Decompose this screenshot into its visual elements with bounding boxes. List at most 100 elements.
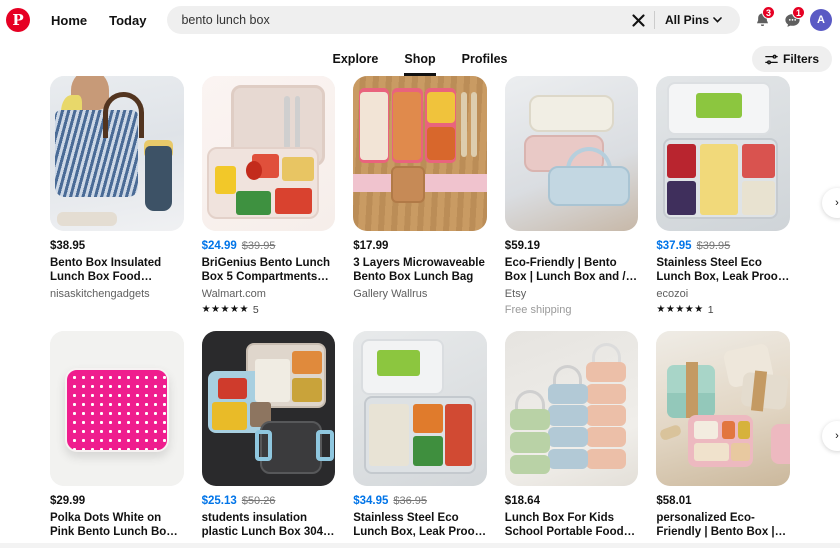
avatar[interactable]: A	[810, 9, 832, 31]
product-title[interactable]: Stainless Steel Eco Lunch Box, Leak Proo…	[656, 257, 790, 284]
tab-bar: Explore Shop Profiles Filters	[0, 40, 840, 76]
product-price-row: $34.95 $36.95	[353, 494, 487, 509]
product-original-price: $39.95	[696, 240, 731, 252]
product-image[interactable]	[353, 76, 487, 231]
product-price-row: $38.95	[50, 239, 184, 254]
product-price: $37.95	[656, 240, 692, 252]
nav-item-today[interactable]: Today	[98, 6, 157, 35]
product-price-row: $24.99 $39.95	[202, 239, 336, 254]
product-price: $24.99	[201, 240, 237, 252]
product-meta: $25.13 $50.26 students insulation plastic …	[202, 486, 336, 548]
messages-badge: 1	[791, 6, 805, 19]
product-card[interactable]: $17.99 3 Layers Microwaveable Bento Box L…	[353, 76, 487, 317]
product-meta: $59.19 Eco-Friendly | Bento Box | Lunch B…	[505, 231, 639, 317]
product-image[interactable]	[656, 76, 790, 231]
product-meta: $24.99 $39.95 BriGenius Bento Lunch Box 5 …	[202, 231, 336, 317]
product-image[interactable]	[201, 76, 336, 231]
product-title[interactable]: 3 Layers Microwaveable Bento Box Lunch B…	[353, 257, 487, 284]
product-title[interactable]: Polka Dots White on Pink Bento Lunch Box…	[50, 512, 184, 539]
product-meta: $29.99 Polka Dots White on Pink Bento Lun…	[50, 486, 184, 548]
bottom-scrollbar[interactable]	[0, 543, 840, 548]
results-area: $38.95 Bento Box Insulated Lunch Box Food…	[0, 76, 840, 548]
tab-shop[interactable]: Shop	[404, 52, 436, 76]
tab-list: Explore Shop Profiles	[333, 40, 508, 76]
product-meta: $17.99 3 Layers Microwaveable Bento Box L…	[353, 231, 487, 301]
product-image[interactable]	[50, 76, 184, 231]
search-bar[interactable]: bento lunch box All Pins	[167, 6, 740, 34]
product-price: $38.95	[50, 240, 86, 252]
product-shipping: Free shipping	[504, 304, 572, 316]
product-card[interactable]: $24.99 $39.95 BriGenius Bento Lunch Box 5 …	[201, 76, 336, 317]
product-price: $58.01	[656, 495, 692, 507]
product-original-price: $36.95	[393, 495, 428, 507]
product-image[interactable]	[504, 331, 639, 486]
product-rating-count: 5	[252, 304, 259, 316]
scroll-right-row1-button[interactable]: ›	[822, 188, 840, 218]
clear-search-icon[interactable]	[626, 7, 652, 33]
filters-label: Filters	[782, 52, 819, 66]
search-divider	[653, 11, 655, 29]
product-card[interactable]: $38.95 Bento Box Insulated Lunch Box Food…	[50, 76, 184, 317]
product-image[interactable]	[504, 76, 639, 231]
product-title[interactable]: Bento Box Insulated Lunch Box Food Conta…	[50, 257, 184, 284]
all-pins-label: All Pins	[664, 13, 709, 27]
product-price: $29.99	[50, 495, 86, 507]
product-price: $59.19	[504, 240, 540, 252]
product-card[interactable]: $18.64 Lunch Box For Kids School Portable…	[504, 331, 639, 548]
product-price: $17.99	[353, 240, 389, 252]
star-icon: ★★★★★	[201, 304, 249, 315]
product-card[interactable]: $58.01 personalized Eco-Friendly | Bento …	[656, 331, 790, 548]
product-title[interactable]: students insulation plastic Lunch Box 30…	[202, 512, 336, 539]
product-image[interactable]	[201, 331, 336, 486]
chevron-down-icon	[713, 17, 722, 23]
product-image[interactable]	[50, 331, 184, 486]
product-card[interactable]: $59.19 Eco-Friendly | Bento Box | Lunch B…	[504, 76, 639, 317]
top-header: P Home Today bento lunch box All Pins 3 …	[0, 0, 840, 40]
notifications-button[interactable]: 3	[748, 6, 776, 34]
product-merchant[interactable]: ecozoi	[656, 287, 790, 301]
notifications-badge: 3	[761, 6, 775, 19]
product-original-price: $39.95	[241, 240, 276, 252]
product-rating: ★★★★★ 1	[656, 303, 790, 317]
scroll-right-row2-button[interactable]: ›	[822, 421, 840, 451]
product-price: $34.95	[353, 495, 389, 507]
product-meta: $34.95 $36.95 Stainless Steel Eco Lunch Bo…	[353, 486, 487, 548]
all-pins-dropdown[interactable]: All Pins	[657, 13, 730, 27]
product-image[interactable]	[656, 331, 790, 486]
product-original-price: $50.26	[241, 495, 276, 507]
product-card[interactable]: $25.13 $50.26 students insulation plastic …	[201, 331, 336, 548]
product-price-row: $58.01	[656, 494, 790, 509]
product-card[interactable]: $29.99 Polka Dots White on Pink Bento Lun…	[50, 331, 184, 548]
tab-explore[interactable]: Explore	[333, 52, 379, 76]
product-merchant[interactable]: nisaskitchengadgets	[50, 287, 184, 301]
product-meta: $38.95 Bento Box Insulated Lunch Box Food…	[50, 231, 184, 301]
messages-button[interactable]: 1	[778, 6, 806, 34]
sliders-icon	[765, 54, 778, 64]
product-price: $25.13	[201, 495, 237, 507]
product-price-row: $29.99	[50, 494, 184, 509]
nav-item-home[interactable]: Home	[40, 6, 98, 35]
product-image[interactable]	[353, 331, 487, 486]
product-price-row: $37.95 $39.95	[656, 239, 790, 254]
tab-profiles[interactable]: Profiles	[462, 52, 508, 76]
product-price-row: $18.64	[505, 494, 639, 509]
search-input[interactable]: bento lunch box	[181, 13, 626, 27]
pinterest-logo[interactable]: P	[6, 8, 30, 32]
product-title[interactable]: BriGenius Bento Lunch Box 5 Compartments…	[202, 257, 336, 284]
product-title[interactable]: Stainless Steel Eco Lunch Box, Leak Proo…	[353, 512, 487, 539]
product-card[interactable]: $34.95 $36.95 Stainless Steel Eco Lunch Bo…	[353, 331, 487, 548]
star-icon: ★★★★★	[656, 304, 704, 315]
product-merchant[interactable]: Walmart.com	[202, 287, 336, 301]
product-merchant[interactable]: Etsy	[505, 287, 639, 301]
product-rating-count: 1	[707, 304, 714, 316]
product-rating: ★★★★★ 5	[202, 303, 336, 317]
product-price-row: $25.13 $50.26	[202, 494, 336, 509]
product-title[interactable]: Lunch Box For Kids School Portable Food …	[505, 512, 639, 539]
filters-button[interactable]: Filters	[751, 46, 832, 72]
product-meta: $18.64 Lunch Box For Kids School Portable…	[505, 486, 639, 548]
product-title[interactable]: Eco-Friendly | Bento Box | Lunch Box and…	[505, 257, 639, 284]
product-card[interactable]: $37.95 $39.95 Stainless Steel Eco Lunch Bo…	[656, 76, 790, 317]
product-merchant[interactable]: Gallery Wallrus	[353, 287, 487, 301]
product-title[interactable]: personalized Eco-Friendly | Bento Box | …	[656, 512, 790, 539]
product-price: $18.64	[504, 495, 540, 507]
